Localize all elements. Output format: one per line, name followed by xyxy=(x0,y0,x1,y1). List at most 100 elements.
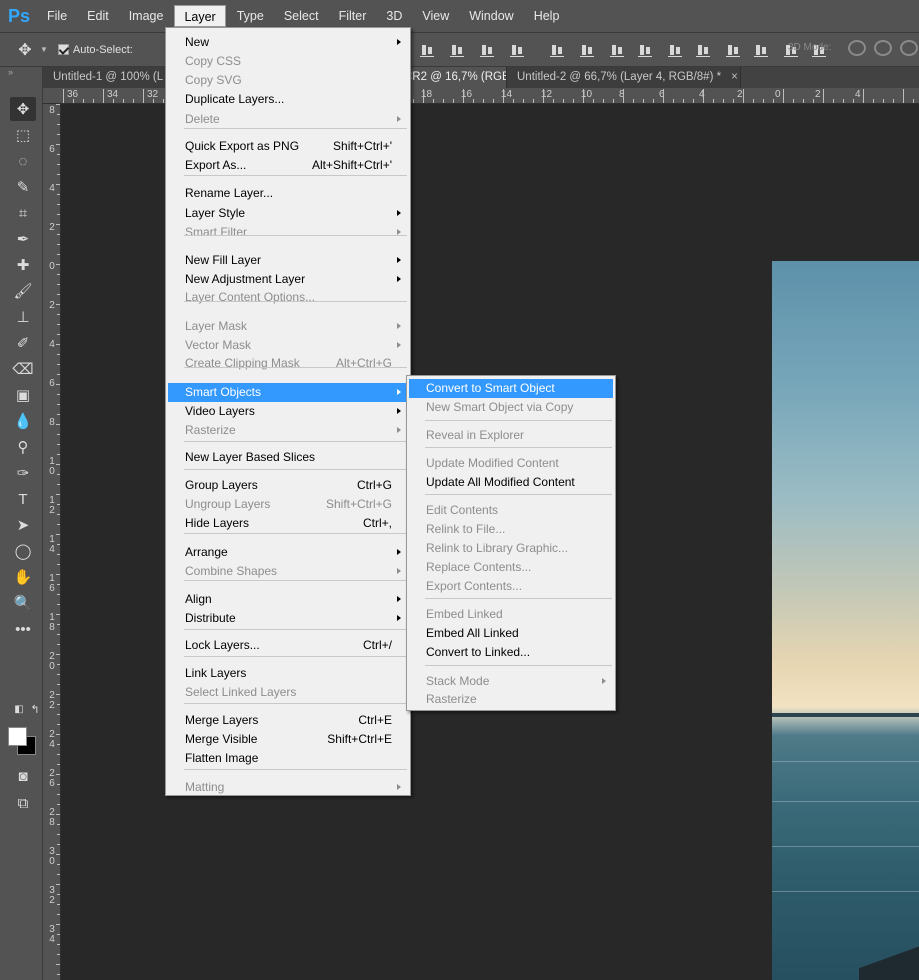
menu-item-layer-mask[interactable]: Layer Mask xyxy=(168,317,408,336)
menu-window[interactable]: Window xyxy=(460,5,522,27)
menu-item-layer-style[interactable]: Layer Style xyxy=(168,204,408,223)
menu-item-quick-export-as-png[interactable]: Quick Export as PNG Shift+Ctrl+' xyxy=(168,137,408,156)
3d-pan-icon[interactable] xyxy=(900,40,918,56)
align-distribute-icon[interactable] xyxy=(479,42,497,58)
menu-item-update-modified-content[interactable]: Update Modified Content xyxy=(409,454,613,473)
crop-tool-icon[interactable]: ⌗ xyxy=(10,201,36,225)
history-brush-tool-icon[interactable]: ✐ xyxy=(10,331,36,355)
menu-item-matting[interactable]: Matting xyxy=(168,778,408,797)
tab-untitled-1[interactable]: Untitled-1 @ 100% (L xyxy=(43,67,167,88)
menu-item-rasterize[interactable]: Rasterize xyxy=(168,421,408,440)
move-tool-icon[interactable]: ✥ xyxy=(10,97,36,121)
menu-item-duplicate-layers[interactable]: Duplicate Layers... xyxy=(168,90,408,109)
path-select-tool-icon[interactable]: ➤ xyxy=(10,513,36,537)
menu-item-copy-css[interactable]: Copy CSS xyxy=(168,52,408,71)
hand-tool-icon[interactable]: ✋ xyxy=(10,565,36,589)
more-tools-icon[interactable]: ••• xyxy=(10,617,36,641)
eraser-tool-icon[interactable]: ⌫ xyxy=(10,357,36,381)
menu-item-rename-layer[interactable]: Rename Layer... xyxy=(168,184,408,203)
align-distribute-icon[interactable] xyxy=(579,42,597,58)
menu-item-new-adjustment-layer[interactable]: New Adjustment Layer xyxy=(168,270,408,289)
align-distribute-icon[interactable] xyxy=(753,42,771,58)
menu-item-relink-to-file[interactable]: Relink to File... xyxy=(409,520,613,539)
menu-item-distribute[interactable]: Distribute xyxy=(168,609,408,628)
lasso-tool-icon[interactable]: ◌ xyxy=(10,149,36,173)
menu-edit[interactable]: Edit xyxy=(78,5,118,27)
menu-item-delete[interactable]: Delete xyxy=(168,110,408,129)
menu-item-hide-layers[interactable]: Hide Layers Ctrl+, xyxy=(168,514,408,533)
menu-select[interactable]: Select xyxy=(275,5,328,27)
menu-item-export-as[interactable]: Export As... Alt+Shift+Ctrl+' xyxy=(168,156,408,175)
align-distribute-icon[interactable] xyxy=(725,42,743,58)
chevron-down-icon[interactable]: ▼ xyxy=(40,45,48,54)
menu-item-edit-contents[interactable]: Edit Contents xyxy=(409,501,613,520)
menu-item-stack-mode[interactable]: Stack Mode xyxy=(409,672,613,691)
menu-item-link-layers[interactable]: Link Layers xyxy=(168,664,408,683)
menu-item-smart-filter[interactable]: Smart Filter xyxy=(168,223,408,242)
document-image[interactable] xyxy=(772,261,919,980)
ellipse-tool-icon[interactable]: ◯ xyxy=(10,539,36,563)
tab-cr2[interactable]: CR2 @ 16,7% (RGB/16*) * xyxy=(404,67,507,88)
clone-stamp-tool-icon[interactable]: ⊥ xyxy=(10,305,36,329)
align-distribute-icon[interactable] xyxy=(667,42,685,58)
menu-file[interactable]: File xyxy=(38,5,76,27)
menu-layer[interactable]: Layer xyxy=(174,5,226,27)
menu-item-relink-to-library-graphic[interactable]: Relink to Library Graphic... xyxy=(409,539,613,558)
3d-orbit-icon[interactable] xyxy=(848,40,866,56)
color-swatches[interactable] xyxy=(8,727,38,757)
menu-item-embed-all-linked[interactable]: Embed All Linked xyxy=(409,624,613,643)
align-distribute-icon[interactable] xyxy=(449,42,467,58)
menu-item-convert-to-smart-object[interactable]: Convert to Smart Object xyxy=(409,379,613,398)
menu-item-video-layers[interactable]: Video Layers xyxy=(168,402,408,421)
menu-item-embed-linked[interactable]: Embed Linked xyxy=(409,605,613,624)
marquee-tool-icon[interactable]: ⬚ xyxy=(10,123,36,147)
menu-item-lock-layers[interactable]: Lock Layers... Ctrl+/ xyxy=(168,636,408,655)
menu-item-merge-visible[interactable]: Merge Visible Shift+Ctrl+E xyxy=(168,730,408,749)
menu-item-copy-svg[interactable]: Copy SVG xyxy=(168,71,408,90)
menu-item-create-clipping-mask[interactable]: Create Clipping Mask Alt+Ctrl+G xyxy=(168,354,408,373)
menu-item-rasterize[interactable]: Rasterize xyxy=(409,690,613,709)
move-tool-preset-icon[interactable]: ✥ xyxy=(10,40,40,60)
menu-item-arrange[interactable]: Arrange xyxy=(168,543,408,562)
menu-item-convert-to-linked[interactable]: Convert to Linked... xyxy=(409,643,613,662)
align-distribute-icon[interactable] xyxy=(637,42,655,58)
menu-item-select-linked-layers[interactable]: Select Linked Layers xyxy=(168,683,408,702)
menu-view[interactable]: View xyxy=(413,5,458,27)
align-distribute-icon[interactable] xyxy=(419,42,437,58)
quick-select-tool-icon[interactable]: ✎ xyxy=(10,175,36,199)
pen-tool-icon[interactable]: ✑ xyxy=(10,461,36,485)
foreground-color-swatch[interactable] xyxy=(8,727,27,746)
3d-roll-icon[interactable] xyxy=(874,40,892,56)
menu-item-replace-contents[interactable]: Replace Contents... xyxy=(409,558,613,577)
healing-brush-tool-icon[interactable]: ✚ xyxy=(10,253,36,277)
menu-item-smart-objects[interactable]: Smart Objects xyxy=(168,383,408,402)
menu-item-new-smart-object-via-copy[interactable]: New Smart Object via Copy xyxy=(409,398,613,417)
menu-item-merge-layers[interactable]: Merge Layers Ctrl+E xyxy=(168,711,408,730)
menu-item-new-fill-layer[interactable]: New Fill Layer xyxy=(168,251,408,270)
gradient-tool-icon[interactable]: ▣ xyxy=(10,383,36,407)
menu-help[interactable]: Help xyxy=(525,5,569,27)
menu-item-update-all-modified-content[interactable]: Update All Modified Content xyxy=(409,473,613,492)
menu-item-group-layers[interactable]: Group Layers Ctrl+G xyxy=(168,476,408,495)
menu-image[interactable]: Image xyxy=(120,5,173,27)
align-distribute-icon[interactable] xyxy=(509,42,527,58)
type-tool-icon[interactable]: T xyxy=(10,487,36,511)
align-distribute-icon[interactable] xyxy=(549,42,567,58)
menu-type[interactable]: Type xyxy=(228,5,273,27)
menu-item-combine-shapes[interactable]: Combine Shapes xyxy=(168,562,408,581)
tab-untitled-2[interactable]: Untitled-2 @ 66,7% (Layer 4, RGB/8#) * × xyxy=(507,67,741,88)
eyedropper-tool-icon[interactable]: ✒ xyxy=(10,227,36,251)
menu-item-align[interactable]: Align xyxy=(168,590,408,609)
menu-filter[interactable]: Filter xyxy=(330,5,376,27)
panel-collapse-icon[interactable]: » xyxy=(0,67,42,79)
screen-mode-icon[interactable]: ⧉ xyxy=(10,791,36,815)
menu-3d[interactable]: 3D xyxy=(377,5,411,27)
brush-tool-icon[interactable]: 🖌 xyxy=(10,279,36,303)
align-distribute-icon[interactable] xyxy=(695,42,713,58)
zoom-tool-icon[interactable]: 🔍 xyxy=(10,591,36,615)
align-distribute-icon[interactable] xyxy=(609,42,627,58)
menu-item-layer-content-options[interactable]: Layer Content Options... xyxy=(168,288,408,307)
dodge-tool-icon[interactable]: ⚲ xyxy=(10,435,36,459)
menu-item-new-layer-based-slices[interactable]: New Layer Based Slices xyxy=(168,448,408,467)
menu-item-flatten-image[interactable]: Flatten Image xyxy=(168,749,408,768)
